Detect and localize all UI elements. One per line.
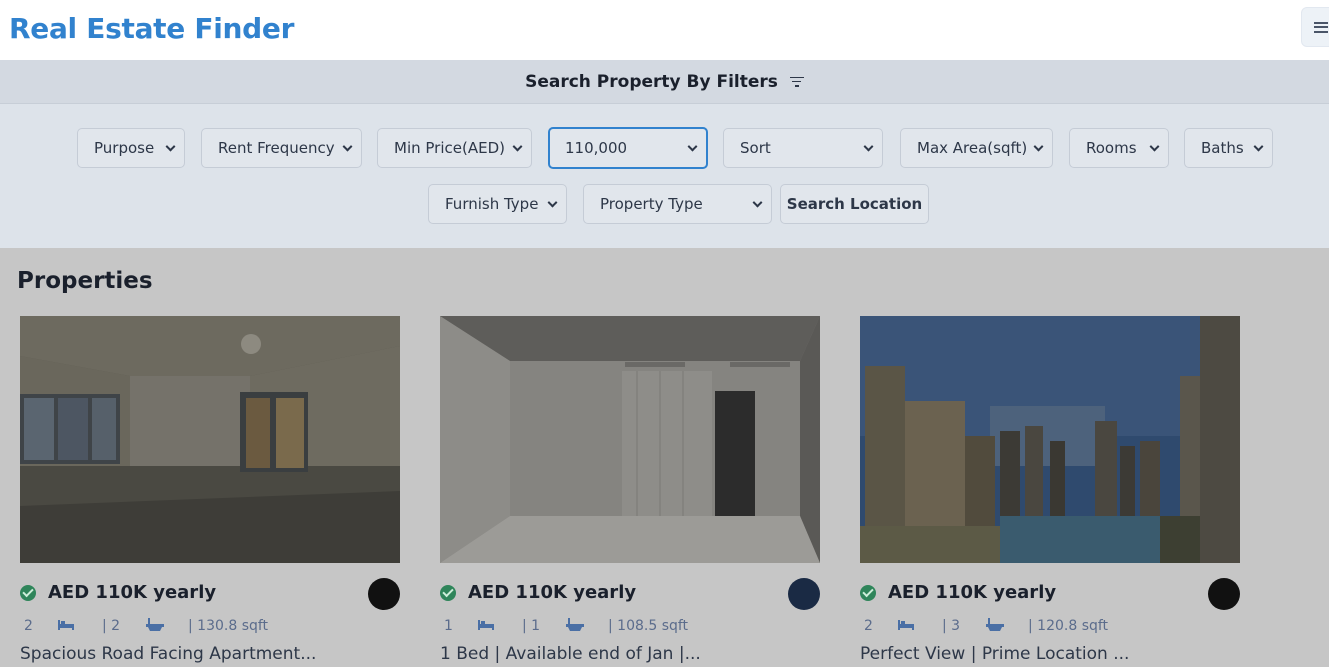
- property-price: AED 110K yearly: [468, 582, 637, 603]
- max-area-select-value: Max Area(sqft): [917, 139, 1028, 157]
- rooms-select[interactable]: Rooms: [1069, 128, 1169, 168]
- rooms-count: 1: [444, 618, 453, 634]
- search-location-button[interactable]: Search Location: [780, 184, 929, 224]
- rooms-select-value: Rooms: [1086, 139, 1137, 157]
- chevron-down-icon: [547, 197, 558, 208]
- property-image[interactable]: [860, 316, 1240, 563]
- bed-icon: [898, 620, 914, 630]
- purpose-select[interactable]: Purpose: [77, 128, 185, 168]
- property-type-select[interactable]: Property Type: [583, 184, 772, 224]
- area: | 120.8 sqft: [1028, 618, 1109, 634]
- property-card[interactable]: AED 110K yearly 2 | 3 | 120.8 sqft Perfe…: [860, 316, 1240, 667]
- chevron-down-icon: [1149, 141, 1160, 152]
- sort-select[interactable]: Sort: [723, 128, 883, 168]
- bath-icon: [566, 618, 584, 631]
- properties-heading: Properties: [17, 268, 153, 294]
- max-price-select-value: 110,000: [565, 139, 628, 157]
- chevron-down-icon: [165, 141, 176, 152]
- chevron-down-icon: [512, 141, 523, 152]
- area: | 130.8 sqft: [188, 618, 269, 634]
- baths-count: | 3: [942, 618, 961, 634]
- verified-check-icon: [440, 585, 456, 601]
- purpose-select-value: Purpose: [94, 139, 155, 157]
- property-image[interactable]: [20, 316, 400, 563]
- property-type-select-value: Property Type: [600, 195, 703, 213]
- max-area-select[interactable]: Max Area(sqft): [900, 128, 1053, 168]
- sort-select-value: Sort: [740, 139, 771, 157]
- property-meta: 2 | 3 | 120.8 sqft: [860, 616, 1240, 636]
- chevron-down-icon: [1033, 141, 1044, 152]
- price-row: AED 110K yearly: [860, 578, 1240, 610]
- verified-check-icon: [20, 585, 36, 601]
- filters-panel: Search Property By Filters Purpose Rent …: [0, 60, 1329, 248]
- filter-lines-icon: [789, 76, 804, 87]
- chevron-down-icon: [342, 141, 353, 152]
- rent-frequency-select[interactable]: Rent Frequency: [201, 128, 362, 168]
- property-title[interactable]: 1 Bed | Available end of Jan |...: [440, 644, 701, 664]
- menu-button[interactable]: [1301, 7, 1329, 47]
- verified-check-icon: [860, 585, 876, 601]
- min-price-select-value: Min Price(AED): [394, 139, 505, 157]
- filters-title: Search Property By Filters: [525, 71, 778, 92]
- baths-count: | 2: [102, 618, 121, 634]
- price-row: AED 110K yearly: [20, 578, 400, 610]
- agency-logo[interactable]: [368, 578, 400, 610]
- baths-select-value: Baths: [1201, 139, 1244, 157]
- property-price: AED 110K yearly: [48, 582, 217, 603]
- area: | 108.5 sqft: [608, 618, 689, 634]
- property-card[interactable]: AED 110K yearly 2 | 2 | 130.8 sqft Spaci…: [20, 316, 400, 667]
- price-row: AED 110K yearly: [440, 578, 820, 610]
- min-price-select[interactable]: Min Price(AED): [377, 128, 532, 168]
- property-title[interactable]: Perfect View | Prime Location ...: [860, 644, 1129, 664]
- app-header: Real Estate Finder: [0, 0, 1329, 60]
- property-meta: 1 | 1 | 108.5 sqft: [440, 616, 820, 636]
- chevron-down-icon: [863, 141, 874, 152]
- agency-logo[interactable]: [788, 578, 820, 610]
- chevron-down-icon: [687, 141, 698, 152]
- property-title[interactable]: Spacious Road Facing Apartment...: [20, 644, 316, 664]
- max-price-select[interactable]: 110,000: [548, 127, 708, 169]
- app-logo[interactable]: Real Estate Finder: [9, 12, 294, 45]
- chevron-down-icon: [752, 197, 763, 208]
- rooms-count: 2: [864, 618, 873, 634]
- bed-icon: [478, 620, 494, 630]
- hamburger-icon: [1314, 21, 1328, 33]
- property-card[interactable]: AED 110K yearly 1 | 1 | 108.5 sqft 1 Bed…: [440, 316, 820, 667]
- baths-count: | 1: [522, 618, 541, 634]
- bed-icon: [58, 620, 74, 630]
- rent-frequency-select-value: Rent Frequency: [218, 139, 335, 157]
- furnish-type-select[interactable]: Furnish Type: [428, 184, 567, 224]
- baths-select[interactable]: Baths: [1184, 128, 1273, 168]
- properties-section: Properties AED 110K yearly 2 | 2 | 130.8…: [0, 248, 1329, 667]
- property-image[interactable]: [440, 316, 820, 563]
- rooms-count: 2: [24, 618, 33, 634]
- filters-header[interactable]: Search Property By Filters: [0, 60, 1329, 104]
- agency-logo[interactable]: [1208, 578, 1240, 610]
- furnish-type-select-value: Furnish Type: [445, 195, 539, 213]
- property-meta: 2 | 2 | 130.8 sqft: [20, 616, 400, 636]
- bath-icon: [986, 618, 1004, 631]
- property-price: AED 110K yearly: [888, 582, 1057, 603]
- chevron-down-icon: [1253, 141, 1264, 152]
- bath-icon: [146, 618, 164, 631]
